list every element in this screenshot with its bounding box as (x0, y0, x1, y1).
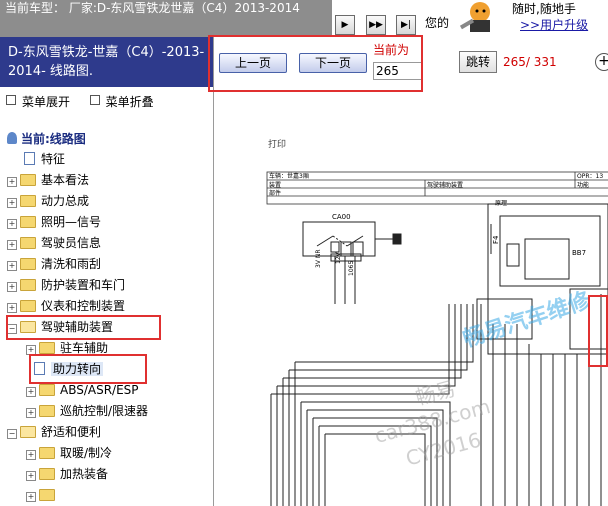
component-cell: 部件 (269, 190, 282, 197)
highlight-power-steering (29, 354, 147, 384)
folder-icon (20, 216, 36, 228)
jump-button[interactable]: 跳转 (459, 51, 497, 73)
tree-item-powertrain[interactable]: + 动力总成 (7, 191, 89, 212)
document-title: D-东风雪铁龙-世嘉（C4）-2013-2014- 线路图. (0, 37, 213, 87)
relay-label: BB7 (572, 249, 587, 257)
expand-plus-icon[interactable]: + (26, 471, 36, 481)
tree-item-label: 清洗和雨刮 (41, 257, 102, 271)
next-arrow-button[interactable]: ▶ (335, 15, 355, 35)
highlight-driving-assist (6, 315, 161, 340)
fast-forward-icon: ▶▶ (369, 20, 383, 30)
folder-icon (39, 342, 55, 354)
tree-root-label: 当前:线路图 (21, 132, 86, 146)
device-name-cell: 驾驶辅助装置 (427, 182, 464, 189)
folder-icon (20, 195, 36, 207)
tree-item-protection-doors[interactable]: + 防护装置和车门 (7, 275, 125, 296)
expand-plus-icon[interactable]: + (7, 219, 17, 229)
tree-item-features[interactable]: 特征 (20, 149, 65, 170)
expand-icon (6, 95, 16, 105)
upgrade-link[interactable]: >>用户升级 (520, 16, 588, 33)
menu-collapse-link[interactable]: 菜单折叠 (106, 95, 154, 109)
folder-icon (20, 258, 36, 270)
collapse-minus-icon[interactable]: − (7, 429, 17, 439)
folder-icon (39, 384, 55, 396)
principle-cell: 原理 (495, 200, 508, 207)
document-icon (24, 152, 35, 165)
tree-item-more[interactable]: + (26, 485, 60, 506)
expand-plus-icon[interactable]: + (7, 198, 17, 208)
tree-item-instruments[interactable]: + 仪表和控制装置 (7, 296, 125, 317)
zoom-in-button[interactable]: + (595, 53, 608, 71)
tree-item-label: ABS/ASR/ESP (60, 383, 139, 397)
expand-plus-icon[interactable]: + (26, 492, 36, 502)
collapse-icon (89, 95, 100, 105)
tree-item-label: 巡航控制/限速器 (60, 404, 149, 418)
folder-icon (20, 300, 36, 312)
folder-icon (39, 405, 55, 417)
sidebar: D-东风雪铁龙-世嘉（C4）-2013-2014- 线路图. 菜单展开 菜单折叠… (0, 37, 214, 506)
tree-item-label: 防护装置和车门 (41, 278, 126, 292)
expand-plus-icon[interactable]: + (26, 408, 36, 418)
expand-plus-icon[interactable]: + (7, 303, 17, 313)
expand-plus-icon[interactable]: + (26, 450, 36, 460)
tree-item-label: 加热装备 (60, 467, 109, 481)
tree-item-label: 仪表和控制装置 (41, 299, 126, 313)
current-vehicle-info: 当前车型： 厂家:D-东风雪铁龙世嘉（C4）2013-2014 (0, 0, 332, 37)
fuse-label: F4 (492, 235, 500, 244)
expand-plus-icon[interactable]: + (7, 240, 17, 250)
play-icon: ▶ (341, 20, 349, 30)
fast-forward-button[interactable]: ▶▶ (366, 15, 386, 35)
globe-icon (7, 132, 17, 144)
highlight-relay (588, 295, 608, 367)
folder-icon (20, 237, 36, 249)
tree-root-current[interactable]: 当前:线路图 (7, 129, 86, 150)
tree-item-label: 照明—信号 (41, 215, 102, 229)
page-count: 265/ 331 (503, 55, 557, 69)
tree-item-label: 特征 (41, 152, 66, 166)
folder-icon (20, 174, 36, 186)
tree-item-label: 动力总成 (41, 194, 90, 208)
tree-item-heating-equipment[interactable]: + 加热装备 (26, 464, 108, 485)
folder-icon (39, 447, 55, 459)
tree-item-wash-wipe[interactable]: + 清洗和雨刮 (7, 254, 101, 275)
tree-item-lighting[interactable]: + 照明—信号 (7, 212, 101, 233)
expand-plus-icon[interactable]: + (7, 282, 17, 292)
folder-icon (20, 279, 36, 291)
vehicle-cell: 车辆：世嘉3厢 (269, 173, 309, 180)
wire-label: 1065 (348, 260, 355, 276)
tree-item-label: 取暖/制冷 (60, 446, 113, 460)
open-folder-icon (20, 426, 36, 438)
skip-end-button[interactable]: ▶| (396, 15, 416, 35)
tree-item-driver-info[interactable]: + 驾驶员信息 (7, 233, 101, 254)
skip-end-icon: ▶| (401, 20, 411, 30)
menu-expand-link[interactable]: 菜单展开 (22, 95, 70, 109)
top-bar: 当前车型： 厂家:D-东风雪铁龙世嘉（C4）2013-2014 ▶ ▶▶ ▶| … (0, 0, 608, 37)
connector-label: CA00 (332, 213, 351, 221)
tree-item-label: 舒适和便利 (41, 425, 102, 439)
menu-toggle-row: 菜单展开 菜单折叠 (6, 93, 154, 110)
mascot-mechanic-icon (459, 2, 490, 32)
tree-item-label: 基本看法 (41, 173, 90, 187)
wire-label: 3V NR (315, 249, 322, 269)
wire-label: 12V (335, 252, 342, 264)
highlight-pager (208, 35, 423, 92)
folder-icon (39, 489, 55, 501)
tree-item-comfort[interactable]: − 舒适和便利 (7, 422, 101, 443)
expand-plus-icon[interactable]: + (7, 177, 17, 187)
expand-plus-icon[interactable]: + (26, 387, 36, 397)
tree-item-label: 驾驶员信息 (41, 236, 102, 250)
promo-text: 随时,随地手 (512, 2, 576, 16)
tree-item-basic[interactable]: + 基本看法 (7, 170, 89, 191)
opr-cell: OPR：13 (577, 173, 604, 180)
tree-item-cruise[interactable]: + 巡航控制/限速器 (26, 401, 148, 422)
wiring-diagram-viewer[interactable]: 打印 车辆：世嘉3厢 OPR：13 装置 驾驶辅助装置 功能 部件 原理 CA0… (215, 94, 608, 506)
function-cell: 功能 (577, 182, 590, 189)
tree-item-heating-cooling[interactable]: + 取暖/制冷 (26, 443, 112, 464)
expand-plus-icon[interactable]: + (7, 261, 17, 271)
folder-icon (39, 468, 55, 480)
user-greeting: 您的 (425, 16, 450, 30)
tree-item-label: 驻车辅助 (60, 341, 109, 355)
